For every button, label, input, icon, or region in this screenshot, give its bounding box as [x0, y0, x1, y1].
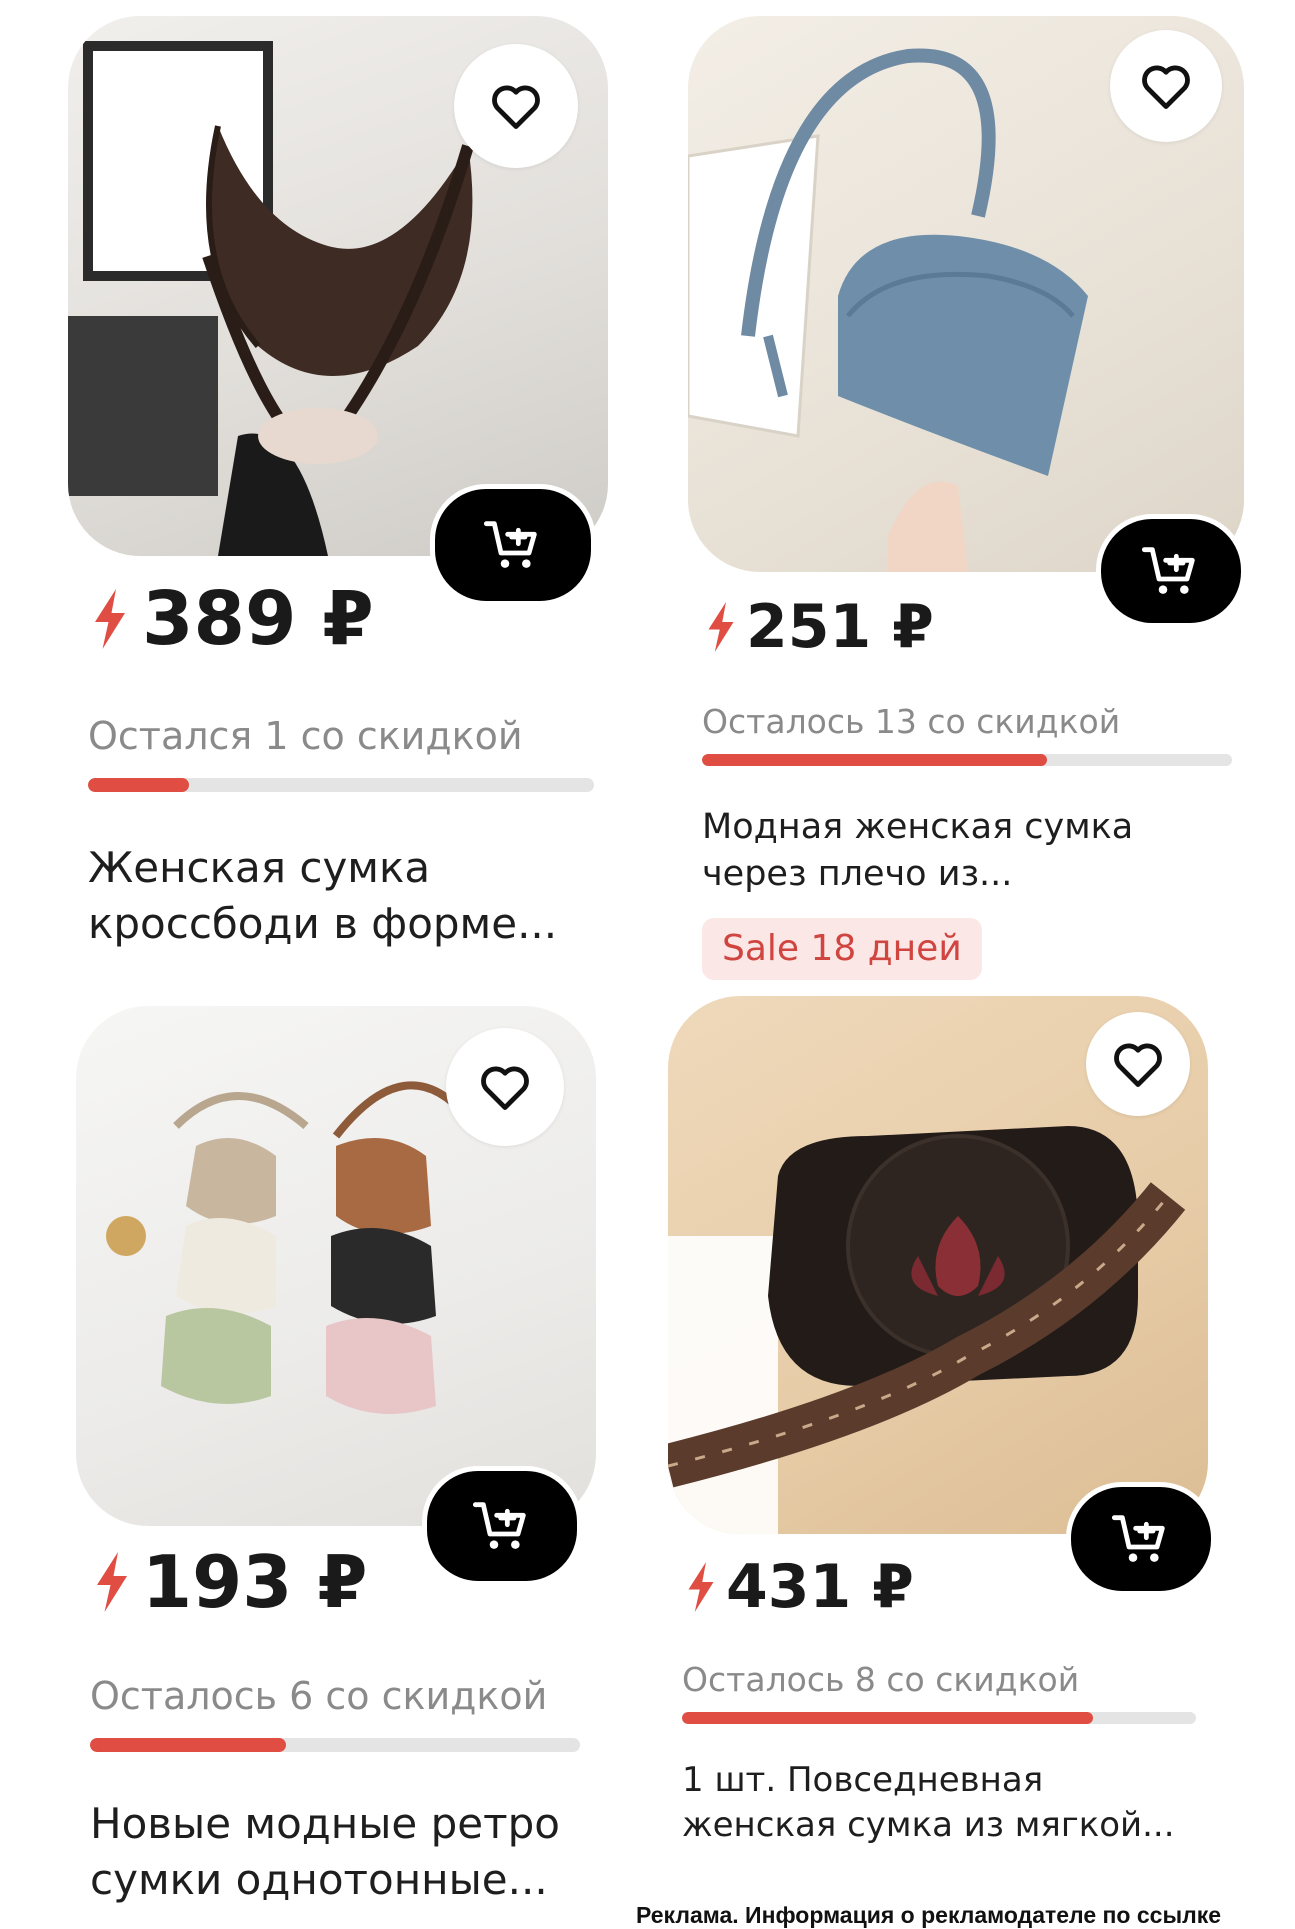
favorite-button-3[interactable]	[446, 1028, 564, 1146]
product-title-1[interactable]: Женская сумка кроссбоди в форме...	[88, 840, 557, 952]
cart-plus-icon	[472, 1502, 526, 1549]
heart-icon	[1142, 65, 1190, 109]
add-to-cart-button-1[interactable]	[430, 484, 596, 606]
product-price-3: 193 ₽	[94, 1540, 367, 1624]
lightning-bolt-icon	[95, 589, 125, 649]
discount-progress-fill	[88, 778, 190, 792]
favorite-button-4[interactable]	[1086, 1012, 1190, 1116]
product-title-line: сумки однотонные...	[90, 1854, 548, 1904]
discount-remaining-3: Осталось 6 со скидкой	[90, 1674, 548, 1718]
discount-progress-fill	[90, 1738, 286, 1752]
discount-progress-fill	[682, 1712, 1094, 1724]
heart-icon	[1114, 1043, 1162, 1087]
product-title-line: Модная женская сумка	[702, 807, 1134, 847]
discount-progress-4	[682, 1712, 1196, 1724]
discount-progress-2	[702, 754, 1232, 766]
ad-disclaimer[interactable]: Реклама. Информация о рекламодателе по с…	[636, 1902, 1221, 1929]
product-title-line: 1 шт. Повседневная	[682, 1760, 1044, 1800]
discount-remaining-4: Осталось 8 со скидкой	[682, 1660, 1080, 1699]
product-title-3[interactable]: Новые модные ретро сумки однотонные...	[90, 1796, 560, 1908]
price-value: 389 ₽	[142, 576, 374, 662]
heart-icon	[492, 85, 540, 129]
lightning-bolt-icon	[708, 602, 734, 652]
add-to-cart-button-2[interactable]	[1096, 514, 1246, 628]
product-title-line: через плечо из...	[702, 853, 1013, 894]
cart-plus-icon	[1111, 1515, 1165, 1562]
product-title-line: Женская сумка	[88, 843, 431, 892]
lightning-bolt-icon	[97, 1552, 127, 1612]
product-title-4[interactable]: 1 шт. Повседневная женская сумка из мягк…	[682, 1758, 1175, 1848]
sale-badge: Sale 18 дней	[702, 918, 982, 980]
cart-plus-icon	[483, 521, 537, 568]
add-to-cart-button-4[interactable]	[1066, 1482, 1216, 1596]
add-to-cart-button-3[interactable]	[422, 1466, 582, 1586]
cart-plus-icon	[1141, 547, 1195, 594]
discount-remaining-2: Осталось 13 со скидкой	[702, 702, 1121, 741]
product-price-1: 389 ₽	[92, 576, 374, 662]
product-title-line: Новые модные ретро	[90, 1799, 560, 1848]
price-value: 251 ₽	[746, 592, 934, 662]
discount-progress-fill	[702, 754, 1047, 766]
product-price-4: 431 ₽	[686, 1552, 914, 1622]
price-value: 193 ₽	[142, 1540, 368, 1624]
product-title-line: кроссбоди в форме...	[88, 898, 558, 948]
product-price-2: 251 ₽	[706, 592, 934, 662]
favorite-button-2[interactable]	[1110, 30, 1222, 142]
discount-progress-1	[88, 778, 594, 792]
lightning-bolt-icon	[688, 1562, 714, 1612]
heart-icon	[481, 1066, 529, 1110]
discount-progress-3	[90, 1738, 580, 1752]
product-title-2[interactable]: Модная женская сумка через плечо из...	[702, 804, 1133, 897]
price-value: 431 ₽	[726, 1552, 914, 1622]
favorite-button-1[interactable]	[454, 44, 578, 168]
product-title-line: женская сумка из мягкой...	[682, 1805, 1175, 1846]
discount-remaining-1: Остался 1 со скидкой	[88, 714, 523, 758]
